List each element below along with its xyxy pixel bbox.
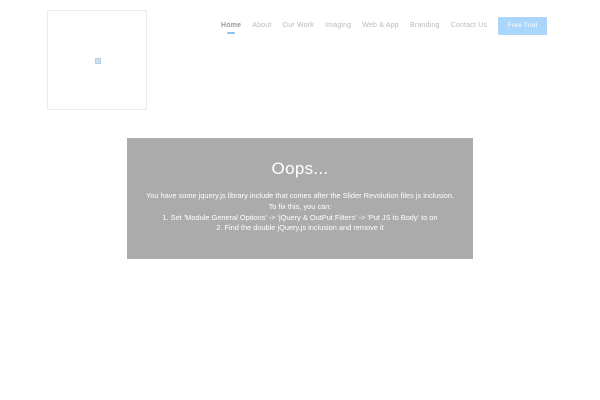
nav-item-label: About [252, 22, 272, 29]
nav-item-about[interactable]: About [252, 18, 271, 29]
error-line: You have some jquery.js library include … [145, 191, 455, 200]
nav-item-web-app[interactable]: Web & App [362, 18, 399, 29]
main-nav: Home About Our Work Imaging Web & App Br… [221, 18, 487, 38]
error-line: To fix this, you can: [268, 201, 332, 211]
nav-item-label: Home [221, 22, 242, 29]
nav-item-label: Branding [409, 22, 440, 29]
nav-item-branding[interactable]: Branding [410, 18, 440, 29]
nav-item-label: Imaging [324, 22, 352, 29]
nav-item-label: Our Work [282, 22, 314, 29]
free-trial-button[interactable]: Free Trial [498, 17, 547, 35]
error-title: Oops... [271, 159, 329, 178]
nav-item-contact-us[interactable]: Contact Us [451, 18, 488, 29]
nav-item-imaging[interactable]: Imaging [325, 18, 351, 29]
nav-item-label: Contact Us [450, 22, 488, 29]
error-message: You have some jquery.js library include … [127, 191, 473, 234]
nav-item-label: Web & App [362, 22, 399, 29]
active-indicator [227, 32, 236, 34]
broken-image-icon [95, 58, 101, 64]
page: Home About Our Work Imaging Web & App Br… [0, 0, 600, 400]
error-line: 2. Find the double jQuery.js inclusion a… [216, 223, 384, 233]
logo-container[interactable] [47, 10, 147, 110]
slider-error-panel: Oops... You have some jquery.js library … [127, 138, 473, 259]
nav-item-our-work[interactable]: Our Work [283, 18, 314, 29]
error-line: 1. Set 'Module General Options' -> 'jQue… [162, 212, 438, 222]
nav-item-home[interactable]: Home [221, 18, 242, 34]
